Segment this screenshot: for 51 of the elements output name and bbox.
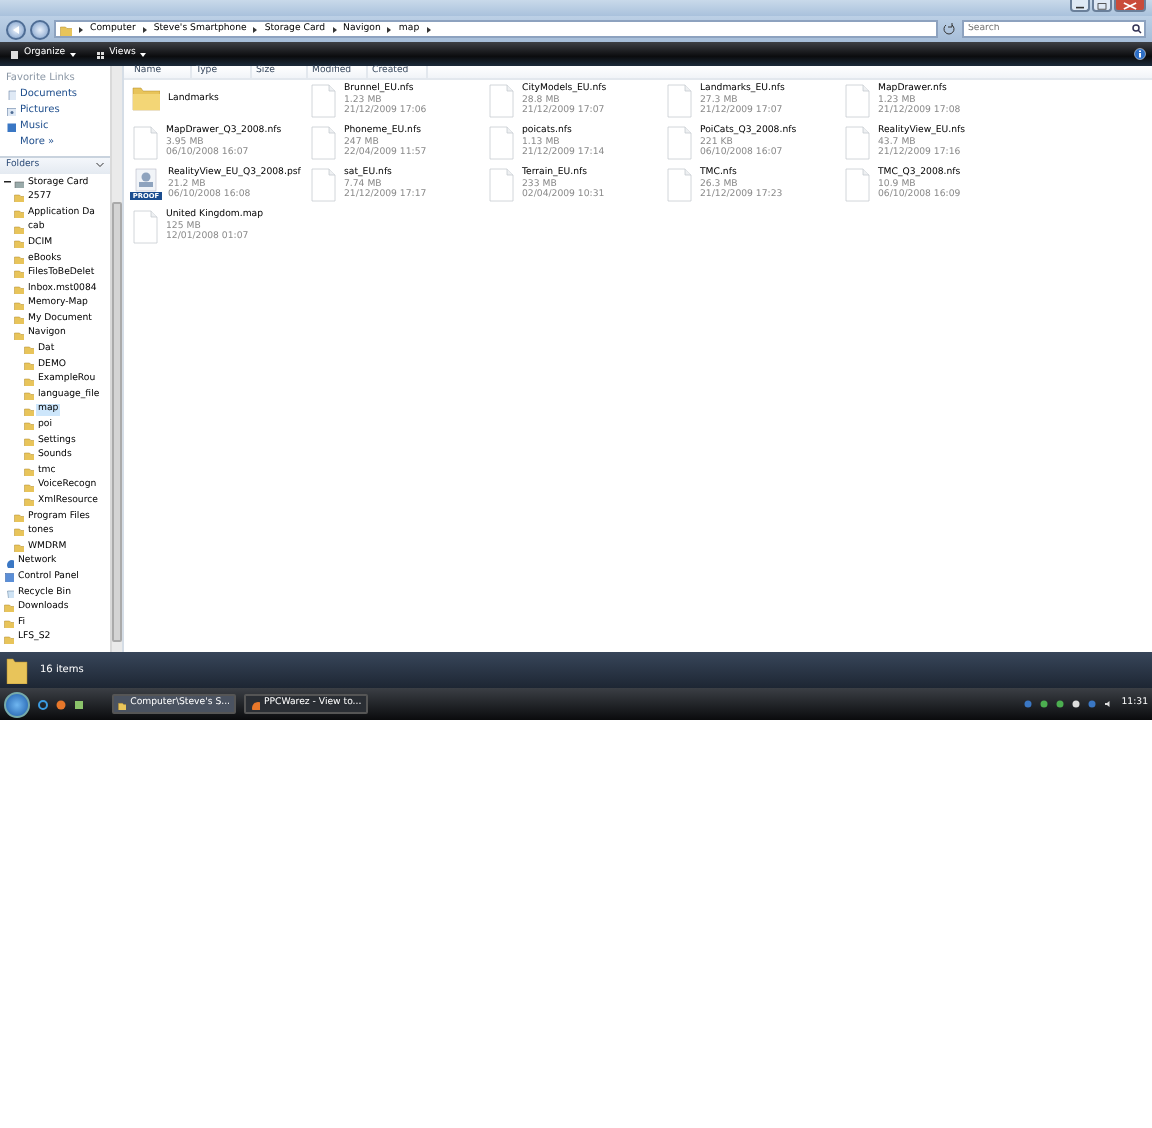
views-icon	[95, 49, 106, 59]
music-icon	[6, 121, 16, 131]
folder-icon	[118, 699, 127, 709]
back-arrow-icon	[10, 23, 22, 35]
maximize-icon	[1094, 0, 1110, 11]
chevron-icon	[331, 25, 338, 33]
file-icon	[844, 126, 870, 160]
search-icon	[1132, 24, 1142, 34]
start-button[interactable]	[4, 691, 30, 717]
file-icon	[844, 84, 870, 118]
picture-icon	[6, 105, 16, 115]
chevron-icon	[141, 25, 148, 33]
file-icon	[132, 210, 158, 244]
file-icon	[488, 168, 514, 202]
caret-icon	[139, 51, 146, 57]
file-icon	[488, 126, 514, 160]
forward-button[interactable]	[30, 19, 50, 39]
chevron-icon	[425, 25, 432, 33]
chevron-icon	[78, 25, 84, 33]
folder-icon	[60, 23, 72, 35]
desktop-icon[interactable]	[74, 699, 84, 709]
back-button[interactable]	[6, 19, 26, 39]
help-icon[interactable]	[1134, 48, 1146, 60]
file-icon	[310, 168, 336, 202]
chevron-icon	[386, 25, 393, 33]
file-icon	[844, 168, 870, 202]
file-icon	[310, 126, 336, 160]
browser-icon[interactable]	[38, 699, 48, 709]
close-button[interactable]	[1114, 0, 1146, 12]
recycle-bin-icon	[4, 587, 14, 598]
chevron-icon[interactable]	[96, 162, 104, 169]
caret-icon	[69, 51, 76, 57]
expand-icon[interactable]	[4, 180, 12, 185]
folder-icon	[132, 84, 160, 112]
file-icon	[666, 126, 692, 160]
drive-icon	[14, 177, 24, 188]
scrollbar[interactable]	[110, 66, 122, 652]
maximize-button[interactable]	[1092, 0, 1112, 12]
control-panel-icon	[4, 572, 14, 583]
volume-icon[interactable]	[1103, 700, 1114, 708]
folder-icon	[6, 656, 28, 684]
chevron-icon	[252, 25, 259, 33]
file-icon	[488, 84, 514, 118]
file-icon	[310, 84, 336, 118]
file-icon	[666, 84, 692, 118]
organize-icon	[10, 49, 20, 59]
document-icon	[6, 89, 16, 99]
file-icon	[132, 126, 158, 160]
file-icon	[666, 168, 692, 202]
minimize-button[interactable]	[1070, 0, 1090, 12]
refresh-icon[interactable]	[942, 22, 958, 36]
